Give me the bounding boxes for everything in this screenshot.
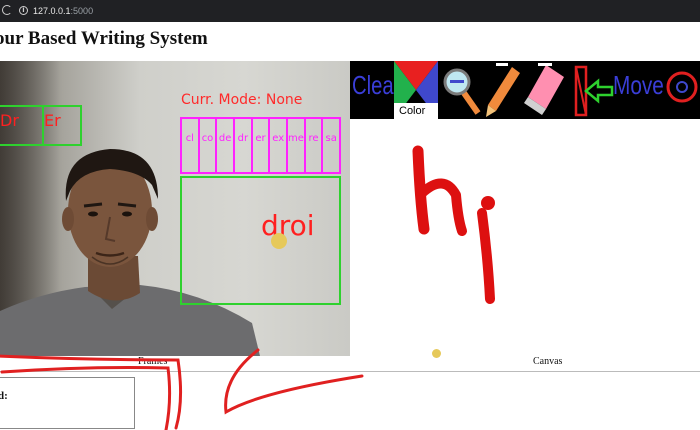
eraser-icon[interactable] — [524, 61, 568, 119]
move-button[interactable]: Move — [613, 69, 664, 101]
suggestion-item[interactable]: ex — [270, 119, 289, 172]
detected-output-box — [0, 377, 135, 429]
reload-icon[interactable] — [2, 5, 12, 15]
suggestion-item[interactable]: dr — [235, 119, 253, 172]
page-title: our Based Writing System — [0, 28, 208, 49]
suggestion-item[interactable]: co — [200, 119, 218, 172]
canvas-pointer-dot — [432, 349, 441, 358]
suggestion-item[interactable]: er — [253, 119, 271, 172]
frames-caption: Frames — [138, 356, 168, 367]
settings-icon[interactable] — [662, 61, 700, 119]
url-port: :5000 — [70, 6, 94, 16]
pointer-marker — [271, 233, 287, 249]
current-mode: Curr. Mode: None — [181, 92, 303, 108]
suggestion-item[interactable]: cl — [182, 119, 200, 172]
canvas-caption: Canvas — [533, 356, 563, 367]
url-host: 127.0.0.1 — [33, 6, 71, 16]
suggestion-item[interactable]: me — [288, 119, 306, 172]
address-bar[interactable]: 127.0.0.1:5000 — [33, 4, 93, 18]
suggestion-item[interactable]: re — [306, 119, 324, 172]
color-button-label: Color — [399, 105, 426, 117]
pencil-icon[interactable] — [482, 61, 522, 119]
magnifier-icon[interactable] — [442, 61, 484, 119]
tool-bar: Clear Color Move — [350, 61, 700, 119]
camera-frame: Dr Er Curr. Mode: None cl co de dr er ex… — [0, 61, 350, 356]
letter-option[interactable]: Dr — [0, 112, 19, 130]
move-arrow-icon[interactable] — [572, 61, 616, 119]
suggestion-bar: cl co de dr er ex me re sa — [180, 117, 341, 174]
typed-text: droi — [261, 209, 315, 242]
drawing-canvas[interactable]: Clear Color Move — [350, 61, 700, 356]
suggestion-item[interactable]: sa — [323, 119, 339, 172]
drawn-text: hi — [412, 145, 495, 304]
suggestion-item[interactable]: de — [217, 119, 236, 172]
info-icon[interactable]: i — [19, 6, 28, 15]
section-divider — [0, 371, 700, 372]
detected-label: d: — [0, 390, 8, 402]
letter-option[interactable]: Er — [44, 112, 61, 130]
browser-toolbar: i 127.0.0.1:5000 — [0, 0, 700, 22]
